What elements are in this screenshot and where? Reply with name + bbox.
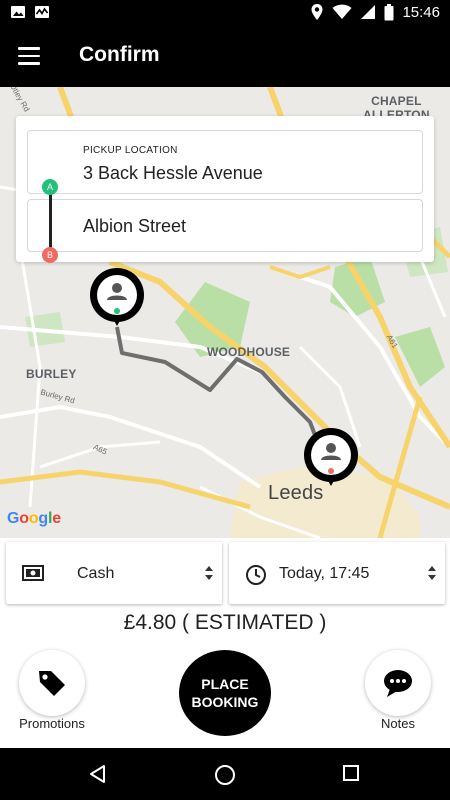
battery-icon <box>384 3 394 20</box>
back-icon[interactable] <box>88 764 108 784</box>
pickup-pin[interactable] <box>90 268 144 334</box>
chat-bubble-icon <box>384 670 412 697</box>
fare-estimate: £4.80 ( ESTIMATED ) <box>123 611 327 634</box>
google-logo: Google <box>7 510 61 527</box>
route-map[interactable]: CHAPEL ALLERTON BURLEY WOODHOUSE Leeds Ot… <box>0 87 450 538</box>
dropoff-location-field[interactable]: Albion Street <box>27 199 423 252</box>
clock-icon <box>246 565 266 585</box>
cash-icon <box>22 565 44 581</box>
wifi-icon <box>332 4 352 19</box>
promotions-label: Promotions <box>19 716 85 731</box>
route-connector <box>49 193 52 248</box>
dropoff-pin[interactable] <box>304 428 358 494</box>
notes-label: Notes <box>381 716 415 731</box>
dropoff-address: Albion Street <box>83 216 187 236</box>
image-icon <box>11 6 25 18</box>
location-card: PICKUP LOCATION 3 Back Hessle Avenue Alb… <box>16 116 434 263</box>
dropdown-caret-icon <box>428 566 436 580</box>
hamburger-icon[interactable] <box>18 47 40 65</box>
activity-icon <box>35 6 49 18</box>
promotions-button[interactable] <box>19 650 85 716</box>
recents-icon[interactable] <box>342 764 360 782</box>
status-time: 15:46 <box>402 3 440 21</box>
pickup-marker-a: A <box>42 179 58 195</box>
pickup-address: 3 Back Hessle Avenue <box>83 163 263 183</box>
pickup-time-select[interactable]: Today, 17:45 <box>229 542 445 604</box>
person-icon <box>107 283 127 300</box>
place-booking-button[interactable]: PLACE BOOKING <box>179 650 271 736</box>
home-icon[interactable] <box>214 764 236 786</box>
pickup-time-label: Today, 17:45 <box>279 565 370 582</box>
app-bar: Confirm <box>0 25 450 87</box>
pickup-location-field[interactable]: PICKUP LOCATION 3 Back Hessle Avenue <box>27 130 423 194</box>
dropoff-pin-dot <box>328 468 334 474</box>
dropdown-caret-icon <box>205 566 213 580</box>
signal-icon <box>361 5 376 19</box>
status-bar: 15:46 <box>0 0 450 25</box>
map-label-woodhouse: WOODHOUSE <box>207 345 291 359</box>
dropoff-marker-b: B <box>42 247 58 263</box>
pickup-pin-dot <box>114 308 120 314</box>
location-icon <box>311 4 323 20</box>
payment-method-select[interactable]: Cash <box>6 542 222 604</box>
system-nav-bar <box>0 748 450 800</box>
payment-method-label: Cash <box>77 565 115 582</box>
person-icon <box>321 443 341 460</box>
notes-button[interactable] <box>365 650 431 716</box>
map-label-burley: BURLEY <box>26 367 77 381</box>
tag-icon <box>39 671 65 696</box>
page-title: Confirm <box>79 43 160 66</box>
pickup-caption: PICKUP LOCATION <box>83 145 178 156</box>
